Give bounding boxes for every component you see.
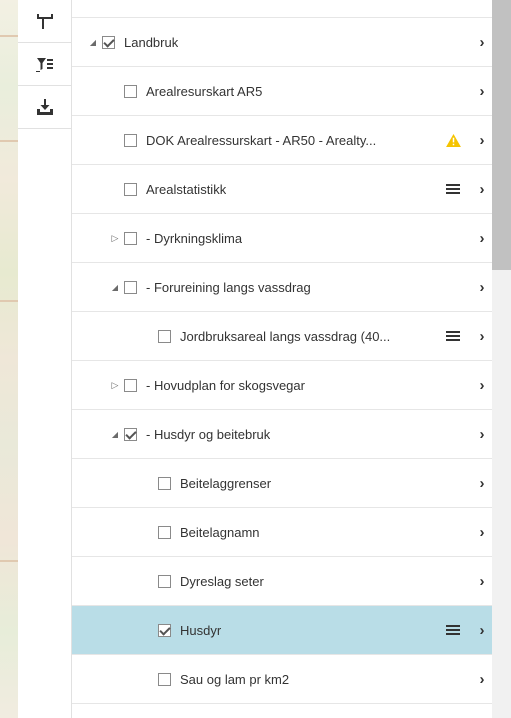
layer-row[interactable]: ◢ Landbruk › <box>72 18 492 67</box>
layer-checkbox[interactable] <box>124 182 137 196</box>
chevron-right-icon[interactable]: › <box>472 622 492 639</box>
layer-list: ◢ Landbruk › Arealresurskart AR5 › DOK Arealr… <box>72 18 492 704</box>
layer-checkbox[interactable] <box>158 329 171 343</box>
layer-checkbox[interactable] <box>158 672 171 686</box>
measure-tool-icon <box>37 14 53 29</box>
layer-checkbox[interactable] <box>124 231 137 245</box>
row-actions: › <box>446 606 492 654</box>
layer-label: Jordbruksareal langs vassdrag (40... <box>180 328 391 344</box>
layer-checkbox[interactable] <box>102 35 115 49</box>
layer-label: Beitelagnamn <box>180 524 260 540</box>
chevron-right-icon[interactable]: › <box>472 230 492 247</box>
layer-row[interactable]: Beitelagnamn › <box>72 508 492 557</box>
layer-checkbox[interactable] <box>124 280 137 294</box>
layer-checkbox[interactable] <box>158 623 171 637</box>
layer-label: Arealresurskart AR5 <box>146 83 263 99</box>
chevron-right-icon[interactable]: › <box>472 181 492 198</box>
row-actions: › <box>446 165 492 213</box>
panel-top-edge <box>72 0 492 18</box>
chevron-right-icon[interactable]: › <box>472 573 492 590</box>
layer-checkbox[interactable] <box>158 476 171 490</box>
side-toolbar <box>18 0 72 718</box>
layer-row[interactable]: Sau og lam pr km2 › <box>72 655 492 704</box>
layer-row[interactable]: Jordbruksareal langs vassdrag (40... › <box>72 312 492 361</box>
chevron-right-icon[interactable]: › <box>472 279 492 296</box>
row-actions: › <box>472 214 492 262</box>
chevron-right-icon[interactable]: › <box>472 377 492 394</box>
expand-open-icon[interactable]: ◢ <box>110 283 120 292</box>
chevron-right-icon[interactable]: › <box>472 524 492 541</box>
chevron-right-icon[interactable]: › <box>472 328 492 345</box>
layer-checkbox[interactable] <box>124 133 137 147</box>
layer-label: Beitelaggrenser <box>180 475 272 491</box>
map-background[interactable] <box>0 0 18 718</box>
layer-label: - Husdyr og beitebruk <box>146 426 271 442</box>
filter-list-button[interactable] <box>18 43 72 86</box>
layer-row[interactable]: ◢ - Husdyr og beitebruk › <box>72 410 492 459</box>
chevron-right-icon[interactable]: › <box>472 132 492 149</box>
chevron-right-icon[interactable]: › <box>472 34 492 51</box>
layer-checkbox[interactable] <box>124 84 137 98</box>
layer-checkbox[interactable] <box>158 525 171 539</box>
legend-menu-icon[interactable] <box>446 624 460 636</box>
layer-checkbox[interactable] <box>124 378 137 392</box>
expand-open-icon[interactable]: ◢ <box>88 38 98 47</box>
layer-checkbox[interactable] <box>124 427 137 441</box>
row-actions: › <box>472 263 492 311</box>
layer-tree-panel: ◢ Landbruk › Arealresurskart AR5 › DOK Arealr… <box>72 0 492 718</box>
row-actions: › <box>472 557 492 605</box>
layer-label: Dyreslag seter <box>180 573 264 589</box>
chevron-right-icon[interactable]: › <box>472 671 492 688</box>
chevron-right-icon[interactable]: › <box>472 475 492 492</box>
layer-label: DOK Arealressurskart - AR50 - Arealty... <box>146 132 377 148</box>
row-actions: › <box>472 361 492 409</box>
layer-label: - Dyrkningsklima <box>146 230 243 246</box>
expand-closed-icon[interactable]: ▷ <box>110 233 120 244</box>
row-actions: › <box>472 67 492 115</box>
layer-label: Landbruk <box>124 34 179 50</box>
download-icon <box>37 99 53 115</box>
layer-row[interactable]: ▷ - Dyrkningsklima › <box>72 214 492 263</box>
layer-row[interactable]: ▷ - Hovudplan for skogsvegar › <box>72 361 492 410</box>
measure-tool-button[interactable] <box>18 0 72 43</box>
legend-menu-icon[interactable] <box>446 330 460 342</box>
row-actions: › <box>446 312 492 360</box>
download-button[interactable] <box>18 86 72 129</box>
row-actions: › <box>472 508 492 556</box>
warning-icon[interactable] <box>446 133 461 147</box>
layer-row[interactable]: Arealresurskart AR5 › <box>72 67 492 116</box>
layer-row[interactable]: Beitelaggrenser › <box>72 459 492 508</box>
layer-row[interactable]: DOK Arealressurskart - AR50 - Arealty...… <box>72 116 492 165</box>
layer-label: Sau og lam pr km2 <box>180 671 290 687</box>
row-actions: › <box>472 459 492 507</box>
row-actions: › <box>472 655 492 703</box>
row-actions: › <box>446 116 492 164</box>
chevron-right-icon[interactable]: › <box>472 426 492 443</box>
layer-label: - Hovudplan for skogsvegar <box>146 377 305 393</box>
layer-label: Husdyr <box>180 622 222 638</box>
layer-label: Arealstatistikk <box>146 181 227 197</box>
layer-row[interactable]: Husdyr › <box>72 606 492 655</box>
filter-list-icon <box>36 58 53 72</box>
scrollbar[interactable] <box>492 0 511 718</box>
layer-row[interactable]: ◢ - Forureining langs vassdrag › <box>72 263 492 312</box>
legend-menu-icon[interactable] <box>446 183 460 195</box>
layer-row[interactable]: Dyreslag seter › <box>72 557 492 606</box>
layer-label: - Forureining langs vassdrag <box>146 279 311 295</box>
layer-checkbox[interactable] <box>158 574 171 588</box>
layer-row[interactable]: Arealstatistikk › <box>72 165 492 214</box>
expand-closed-icon[interactable]: ▷ <box>110 380 120 391</box>
row-actions: › <box>472 410 492 458</box>
scrollbar-thumb[interactable] <box>492 0 511 270</box>
row-actions: › <box>472 18 492 66</box>
expand-open-icon[interactable]: ◢ <box>110 430 120 439</box>
chevron-right-icon[interactable]: › <box>472 83 492 100</box>
